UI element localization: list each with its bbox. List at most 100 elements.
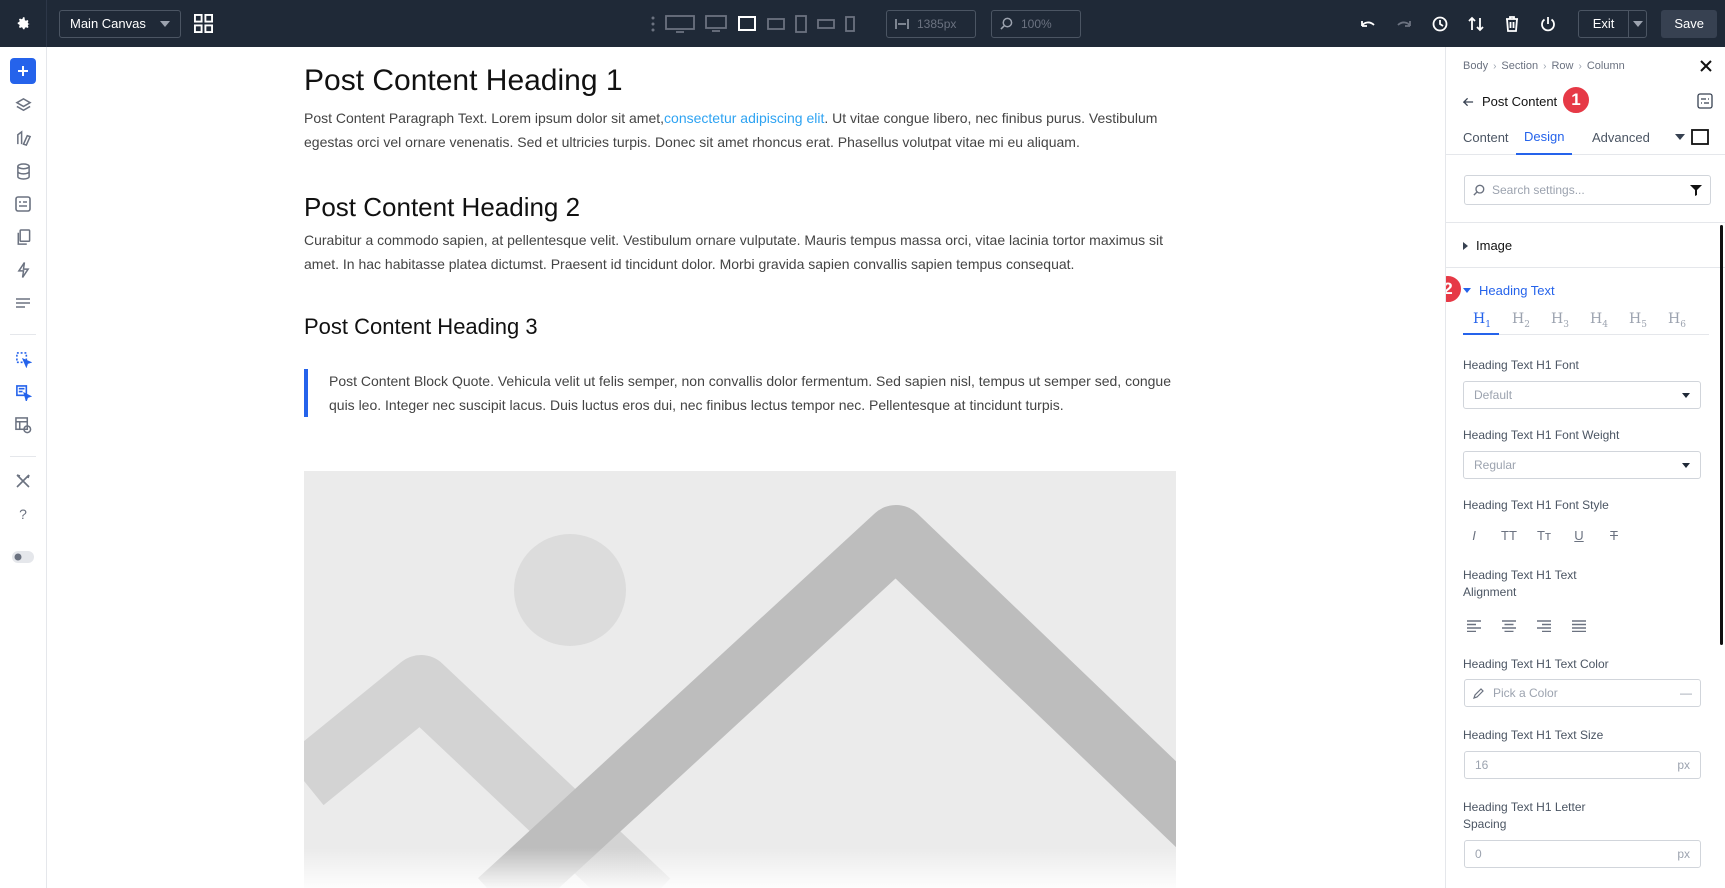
- grid-layout-icon[interactable]: [193, 14, 213, 34]
- text-size-value: 16: [1475, 758, 1489, 772]
- italic-icon[interactable]: I: [1463, 524, 1485, 546]
- panel-tabs: Content Design Advanced: [1446, 119, 1725, 155]
- heading-level-tabs: H1 H2 H3 H4 H5 H6: [1463, 309, 1709, 335]
- chevron-down-icon: [160, 20, 170, 27]
- database-icon[interactable]: [10, 158, 36, 184]
- capitalize-icon[interactable]: Tт: [1533, 524, 1555, 546]
- preview-layout-icon[interactable]: [10, 412, 36, 438]
- align-center-icon[interactable]: [1498, 615, 1520, 637]
- tools-icon[interactable]: [10, 468, 36, 494]
- filter-icon[interactable]: [1690, 184, 1702, 196]
- breadcrumb-section[interactable]: Section: [1501, 60, 1538, 72]
- uppercase-icon[interactable]: TT: [1498, 524, 1520, 546]
- desktop-icon[interactable]: [705, 14, 727, 33]
- save-button[interactable]: Save: [1661, 9, 1717, 38]
- panel-view-icon[interactable]: [1691, 119, 1709, 155]
- caret-down-icon: [1463, 288, 1471, 293]
- text-size-label: Heading Text H1 Text Size: [1463, 728, 1604, 742]
- panel-scrollbar[interactable]: [1720, 225, 1723, 645]
- step-badge-1: 1: [1561, 85, 1591, 115]
- exit-button[interactable]: Exit: [1577, 9, 1648, 38]
- zoom-icon: [1000, 17, 1013, 30]
- search-settings-input[interactable]: Search settings...: [1464, 175, 1711, 205]
- strikethrough-icon[interactable]: T: [1603, 524, 1625, 546]
- breadcrumb-column[interactable]: Column: [1587, 60, 1625, 72]
- design-library-icon[interactable]: [10, 125, 36, 151]
- tab-advanced[interactable]: Advanced: [1592, 119, 1650, 155]
- active-level-underline: [1463, 333, 1499, 335]
- zoom-field[interactable]: 100%: [991, 9, 1081, 38]
- settings-sliders-icon[interactable]: [10, 290, 36, 316]
- theme-builder-icon[interactable]: [10, 346, 36, 372]
- pages-icon[interactable]: [10, 224, 36, 250]
- laptop-icon[interactable]: [737, 15, 757, 33]
- heading-level-h5[interactable]: H5: [1629, 311, 1647, 330]
- align-justify-icon[interactable]: [1568, 615, 1590, 637]
- paragraph-link[interactable]: consectetur adipiscing elit: [664, 110, 824, 126]
- chevron-down-icon: [1682, 392, 1690, 398]
- font-select[interactable]: Default: [1463, 381, 1701, 409]
- text-alignment-label: Heading Text H1 Text Alignment: [1463, 567, 1577, 601]
- canvas-width-field[interactable]: 1385px: [886, 9, 976, 38]
- text-color-label: Heading Text H1 Text Color: [1463, 657, 1609, 671]
- page-canvas[interactable]: Post Content Heading 1 Post Content Para…: [47, 47, 1445, 888]
- align-left-icon[interactable]: [1463, 615, 1485, 637]
- lightning-icon[interactable]: [10, 257, 36, 283]
- mode-toggle-icon[interactable]: [10, 544, 36, 570]
- heading-level-letter: H: [1590, 311, 1603, 327]
- chevron-right-icon: ›: [1543, 60, 1547, 72]
- module-options-icon[interactable]: [1697, 93, 1713, 109]
- group-heading-text[interactable]: Heading Text: [1463, 283, 1555, 298]
- heading-level-letter: H: [1629, 311, 1642, 327]
- left-sidebar: ?: [0, 47, 47, 888]
- tablet-landscape-icon[interactable]: [767, 17, 785, 31]
- module-title-text: Post Content: [1482, 94, 1558, 109]
- redo-icon[interactable]: [1393, 13, 1415, 35]
- text-color-field[interactable]: Pick a Color —: [1464, 679, 1701, 707]
- canvas-select[interactable]: Main Canvas: [59, 9, 181, 38]
- tabs-more-icon[interactable]: [1675, 119, 1685, 155]
- label-line: Alignment: [1463, 585, 1517, 599]
- breadcrumb-row[interactable]: Row: [1551, 60, 1573, 72]
- sort-icon[interactable]: [1465, 13, 1487, 35]
- heading-level-h2[interactable]: H2: [1512, 311, 1530, 330]
- history-icon[interactable]: [1429, 13, 1451, 35]
- layers-icon[interactable]: [10, 92, 36, 118]
- back-arrow-icon[interactable]: [1463, 97, 1474, 107]
- form-icon[interactable]: [10, 191, 36, 217]
- chevron-down-icon: [1682, 462, 1690, 468]
- font-label: Heading Text H1 Font: [1463, 358, 1579, 372]
- heading-level-h1[interactable]: H1: [1473, 311, 1491, 330]
- phone-landscape-icon[interactable]: [817, 18, 835, 30]
- exit-dropdown-icon[interactable]: [1628, 10, 1646, 37]
- heading-level-h3[interactable]: H3: [1551, 311, 1569, 330]
- power-icon[interactable]: [1537, 13, 1559, 35]
- underline-icon[interactable]: U: [1568, 524, 1590, 546]
- undo-icon[interactable]: [1357, 13, 1379, 35]
- breadcrumb-body[interactable]: Body: [1463, 60, 1488, 72]
- template-builder-icon[interactable]: [10, 379, 36, 405]
- clear-color-icon[interactable]: —: [1680, 686, 1692, 700]
- close-icon[interactable]: [1699, 59, 1713, 73]
- more-vertical-icon[interactable]: [651, 16, 655, 32]
- tab-content[interactable]: Content: [1463, 119, 1509, 155]
- font-weight-select[interactable]: Regular: [1463, 451, 1701, 479]
- settings-gear-icon[interactable]: [0, 0, 47, 47]
- tablet-icon[interactable]: [795, 14, 807, 33]
- add-module-button[interactable]: [10, 58, 36, 84]
- heading-level-h6[interactable]: H6: [1668, 311, 1686, 330]
- heading-level-letter: H: [1473, 311, 1486, 327]
- post-heading-1: Post Content Heading 1: [304, 64, 623, 97]
- widescreen-icon[interactable]: [665, 14, 695, 33]
- help-icon[interactable]: ?: [10, 501, 36, 527]
- eyedropper-icon[interactable]: [1473, 687, 1485, 699]
- trash-icon[interactable]: [1501, 13, 1523, 35]
- phone-icon[interactable]: [845, 15, 855, 32]
- sidebar-divider: [10, 456, 36, 457]
- tab-design[interactable]: Design: [1516, 119, 1573, 155]
- group-image[interactable]: Image: [1463, 238, 1512, 253]
- letter-spacing-input[interactable]: 0 px: [1464, 840, 1701, 868]
- heading-level-h4[interactable]: H4: [1590, 311, 1608, 330]
- text-size-input[interactable]: 16 px: [1464, 751, 1701, 779]
- align-right-icon[interactable]: [1533, 615, 1555, 637]
